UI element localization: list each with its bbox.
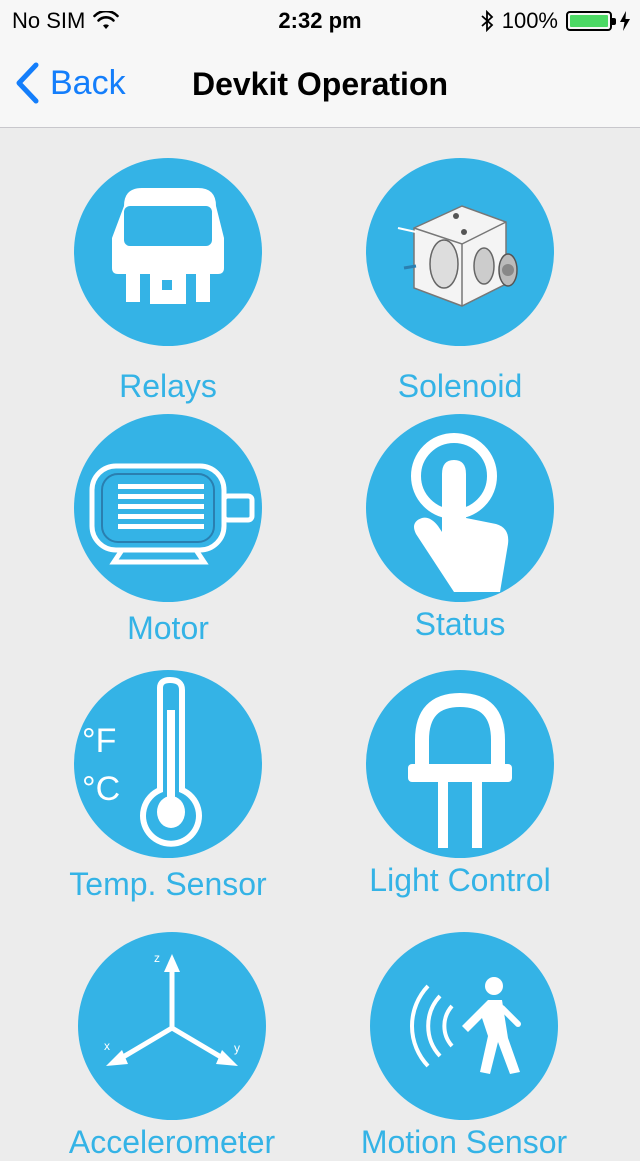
tile-temp-sensor[interactable]: °F °C Temp. Sensor: [69, 670, 267, 902]
tile-label: Accelerometer: [68, 1124, 276, 1160]
tile-label: Light Control: [369, 862, 551, 898]
navigation-bar: Back Devkit Operation: [0, 40, 640, 128]
relay-icon: [112, 188, 224, 304]
touch-icon: [411, 433, 509, 592]
status-bar: No SIM 2:32 pm 100%: [0, 0, 640, 40]
status-right: 100%: [480, 8, 630, 34]
tile-motor[interactable]: Motor: [74, 414, 262, 646]
x-axis-label: x: [104, 1039, 110, 1053]
tile-relays[interactable]: Relays: [74, 158, 262, 404]
tile-accelerometer[interactable]: z x y Accelerometer: [69, 932, 275, 1160]
tile-solenoid[interactable]: Solenoid: [366, 158, 554, 404]
tile-motion-sensor[interactable]: Motion Sensor: [361, 932, 567, 1160]
y-axis-label: y: [234, 1041, 240, 1055]
battery-icon: [566, 11, 616, 31]
tile-label: Motor: [127, 610, 209, 646]
tile-label: Temp. Sensor: [69, 866, 267, 902]
page-title: Devkit Operation: [191, 66, 449, 102]
temp-circle: °F °C: [74, 670, 262, 858]
accel-circle: z x y: [78, 932, 266, 1120]
light-circle: [366, 670, 554, 858]
led-icon: [408, 692, 512, 848]
bluetooth-icon: [481, 10, 494, 32]
tile-label: Motion Sensor: [360, 1124, 568, 1160]
battery-percent: 100%: [501, 8, 558, 33]
z-axis-label: z: [154, 951, 160, 965]
tile-status[interactable]: Status: [366, 414, 554, 642]
relays-circle: [74, 158, 262, 346]
solenoid-icon: [397, 205, 518, 307]
motor-icon: [89, 463, 255, 565]
motion-circle: [370, 932, 558, 1120]
celsius-label: °C: [82, 770, 120, 808]
tile-label: Relays: [119, 368, 217, 404]
thermometer-icon: °F °C: [82, 676, 202, 847]
status-circle: [366, 414, 554, 602]
solenoid-circle: [366, 158, 554, 346]
motor-circle: [74, 414, 262, 602]
tile-label: Status: [414, 606, 506, 642]
tile-label: Solenoid: [397, 368, 523, 404]
tile-light-control[interactable]: Light Control: [366, 670, 554, 898]
operation-grid: Relays Solenoid Motor Status °F °C Temp.…: [0, 128, 640, 1160]
fahrenheit-label: °F: [82, 722, 116, 760]
motion-sensor-icon: [410, 977, 521, 1074]
charging-icon: [620, 11, 630, 31]
axes-icon: z x y: [104, 951, 240, 1066]
